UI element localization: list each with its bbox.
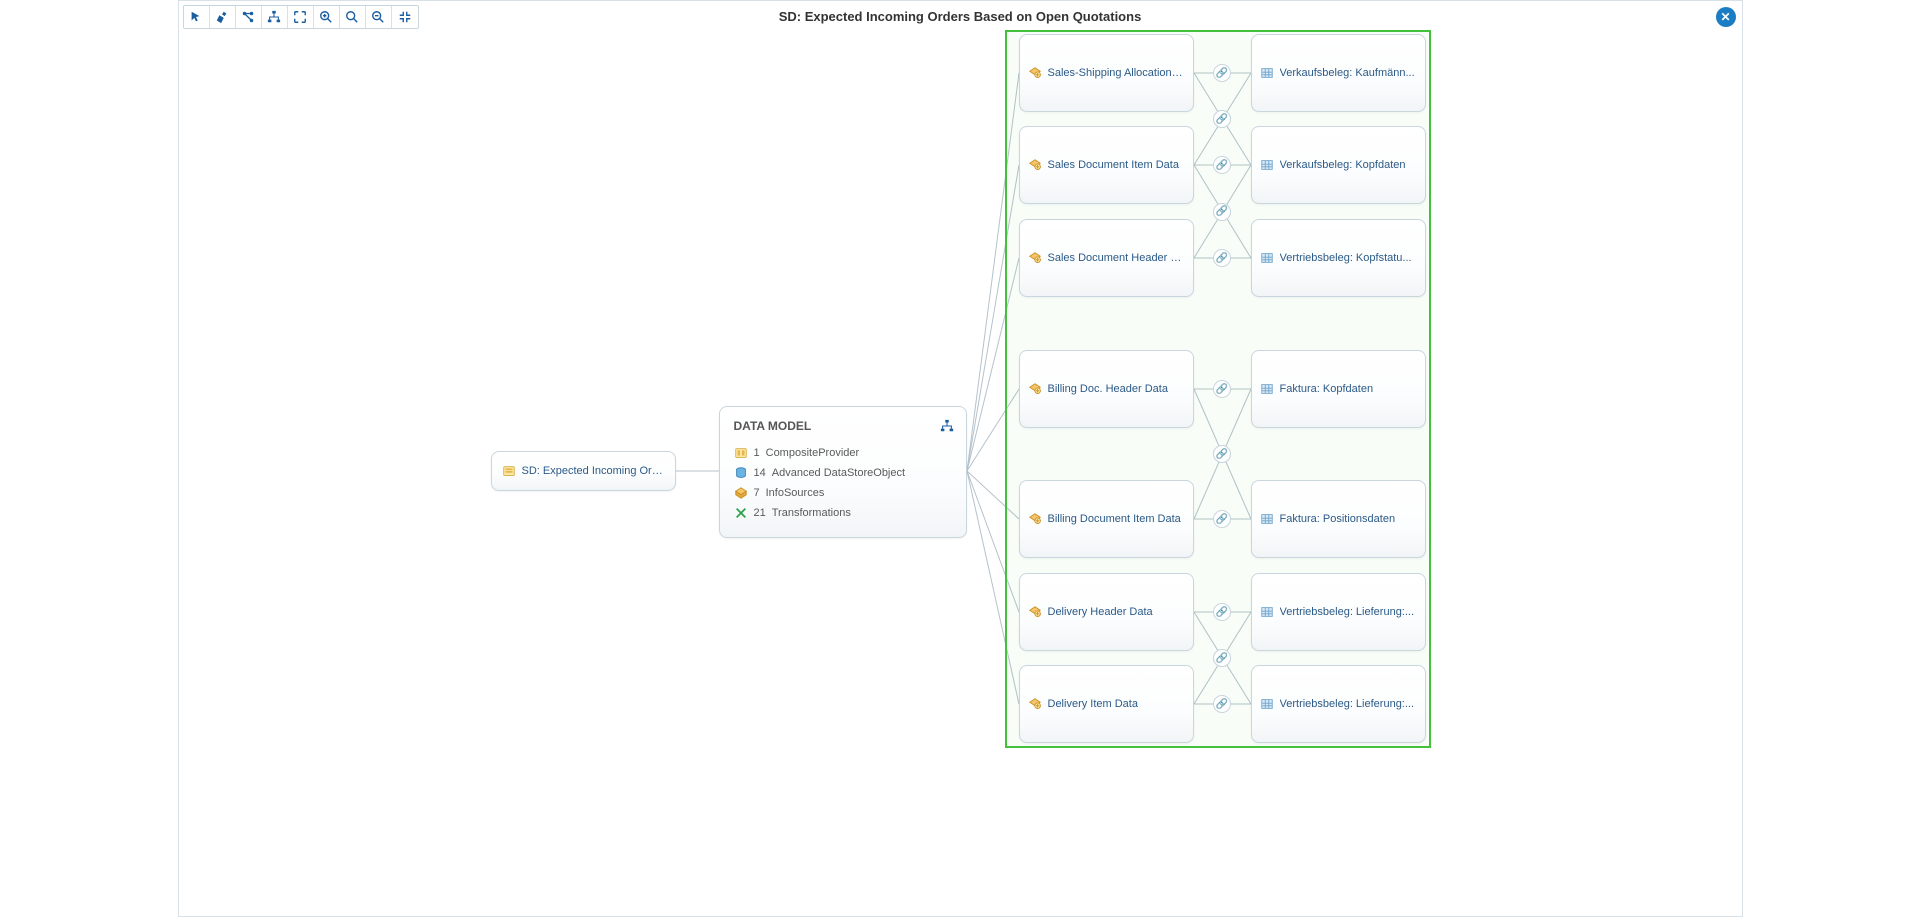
data-model-row-label: InfoSources (766, 487, 825, 499)
data-model-row[interactable]: 14 Advanced DataStoreObject (734, 463, 954, 483)
node-label: Vertriebsbeleg: Kopfstatu... (1280, 252, 1412, 264)
datasource-node[interactable]: Faktura: Kopfdaten (1251, 350, 1426, 428)
data-model-row-label: Advanced DataStoreObject (772, 467, 905, 479)
fullscreen-button[interactable] (288, 6, 314, 28)
data-model-row-count: 21 (754, 507, 766, 519)
adso-node[interactable]: Sales Document Header Data (1019, 219, 1194, 297)
node-label: Vertriebsbeleg: Lieferung:... (1280, 698, 1415, 710)
data-model-row[interactable]: 1 CompositeProvider (734, 443, 954, 463)
node-label: Verkaufsbeleg: Kaufmänn... (1280, 67, 1415, 79)
highlight-tool-button[interactable] (210, 6, 236, 28)
query-root-node[interactable]: SD: Expected Incoming Orde... (491, 451, 676, 491)
datasource-node[interactable]: Faktura: Positionsdaten (1251, 480, 1426, 558)
adso-node[interactable]: Delivery Header Data (1019, 573, 1194, 651)
adso-icon (1028, 697, 1042, 711)
data-model-heading: DATA MODEL (734, 419, 812, 433)
table-icon (1260, 697, 1274, 711)
zoom-out-button[interactable] (366, 6, 392, 28)
hierarchy-tool-button[interactable] (262, 6, 288, 28)
adso-node[interactable]: Billing Doc. Header Data (1019, 350, 1194, 428)
hierarchy-icon[interactable] (940, 419, 954, 433)
adso-icon (1028, 66, 1042, 80)
datasource-node[interactable]: Verkaufsbeleg: Kopfdaten (1251, 126, 1426, 204)
link-icon[interactable]: 🔗 (1213, 64, 1231, 82)
zoom-in-button[interactable] (314, 6, 340, 28)
node-label: Delivery Item Data (1048, 698, 1138, 710)
adso-icon (1028, 158, 1042, 172)
infosource-icon (734, 486, 748, 500)
data-model-row[interactable]: 21 Transformations (734, 503, 954, 523)
adso-icon (1028, 605, 1042, 619)
table-icon (1260, 382, 1274, 396)
data-model-row-count: 7 (754, 487, 760, 499)
table-icon (1260, 605, 1274, 619)
collapse-all-button[interactable] (392, 6, 418, 28)
adso-node[interactable]: Billing Document Item Data (1019, 480, 1194, 558)
adso-node[interactable]: Sales Document Item Data (1019, 126, 1194, 204)
node-label: Faktura: Kopfdaten (1280, 383, 1374, 395)
link-icon[interactable]: 🔗 (1213, 445, 1231, 463)
composite-icon (734, 446, 748, 460)
link-icon[interactable]: 🔗 (1213, 249, 1231, 267)
table-icon (1260, 66, 1274, 80)
link-icon[interactable]: 🔗 (1213, 649, 1231, 667)
toolbar (183, 5, 419, 29)
graph-mode-button[interactable] (236, 6, 262, 28)
adso-icon (1028, 251, 1042, 265)
adso-node[interactable]: Sales-Shipping Allocation Ite... (1019, 34, 1194, 112)
data-model-row-count: 1 (754, 447, 760, 459)
transform-icon (734, 506, 748, 520)
query-root-label: SD: Expected Incoming Orde... (522, 465, 665, 477)
datasource-node[interactable]: Vertriebsbeleg: Lieferung:... (1251, 573, 1426, 651)
link-icon[interactable]: 🔗 (1213, 203, 1231, 221)
datasource-node[interactable]: Vertriebsbeleg: Lieferung:... (1251, 665, 1426, 743)
table-icon (1260, 512, 1274, 526)
data-model-row-count: 14 (754, 467, 766, 479)
link-icon[interactable]: 🔗 (1213, 510, 1231, 528)
node-label: Sales Document Item Data (1048, 159, 1179, 171)
link-icon[interactable]: 🔗 (1213, 110, 1231, 128)
link-icon[interactable]: 🔗 (1213, 695, 1231, 713)
node-label: Vertriebsbeleg: Lieferung:... (1280, 606, 1415, 618)
link-icon[interactable]: 🔗 (1213, 603, 1231, 621)
datasource-node[interactable]: Vertriebsbeleg: Kopfstatu... (1251, 219, 1426, 297)
datasource-node[interactable]: Verkaufsbeleg: Kaufmänn... (1251, 34, 1426, 112)
data-model-node[interactable]: DATA MODEL 1 CompositeProvider14 Advanced … (719, 406, 967, 538)
close-button[interactable]: ✕ (1716, 7, 1736, 27)
node-label: Billing Doc. Header Data (1048, 383, 1168, 395)
query-icon (502, 464, 516, 478)
node-label: Faktura: Positionsdaten (1280, 513, 1396, 525)
node-label: Sales Document Header Data (1048, 252, 1185, 264)
adso-icon (1028, 382, 1042, 396)
table-icon (1260, 158, 1274, 172)
node-label: Sales-Shipping Allocation Ite... (1048, 67, 1185, 79)
table-icon (1260, 251, 1274, 265)
adso-node[interactable]: Delivery Item Data (1019, 665, 1194, 743)
adso-icon (1028, 512, 1042, 526)
data-model-row-label: Transformations (772, 507, 851, 519)
node-label: Delivery Header Data (1048, 606, 1153, 618)
pointer-tool-button[interactable] (184, 6, 210, 28)
zoom-button[interactable] (340, 6, 366, 28)
data-model-row-label: CompositeProvider (766, 447, 860, 459)
node-label: Verkaufsbeleg: Kopfdaten (1280, 159, 1406, 171)
dsobject-icon (734, 466, 748, 480)
data-model-row[interactable]: 7 InfoSources (734, 483, 954, 503)
link-icon[interactable]: 🔗 (1213, 156, 1231, 174)
link-icon[interactable]: 🔗 (1213, 380, 1231, 398)
node-label: Billing Document Item Data (1048, 513, 1181, 525)
